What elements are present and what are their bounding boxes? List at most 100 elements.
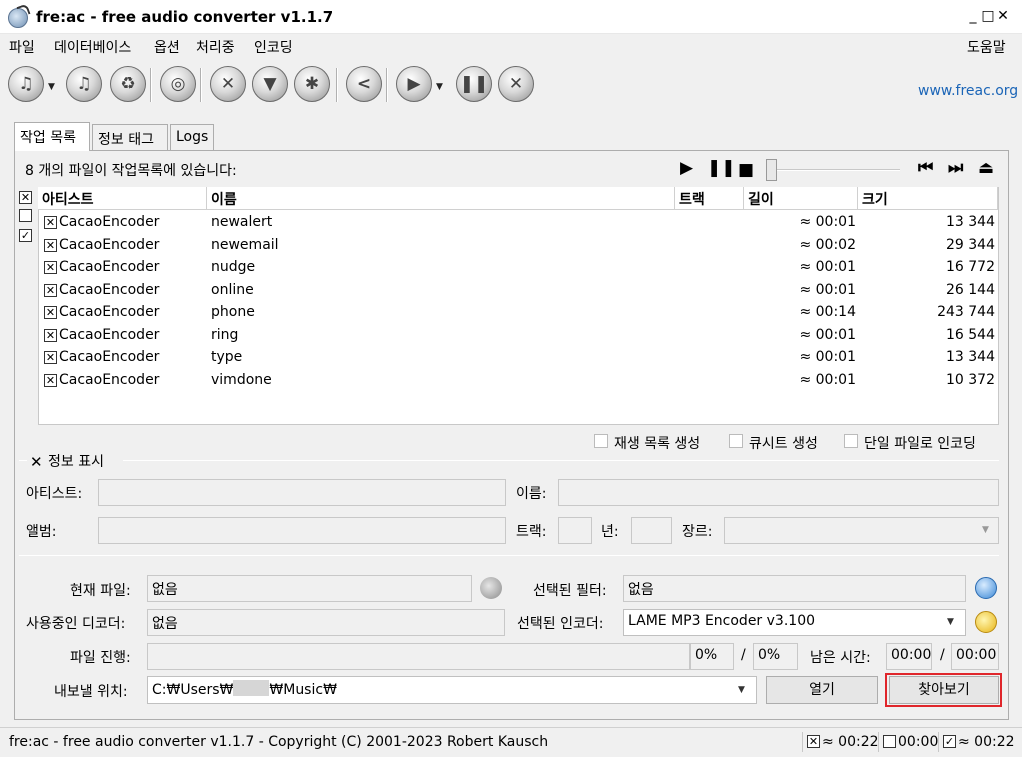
add-files-icon[interactable]: ♫ (8, 66, 44, 102)
column-artist[interactable]: 아티스트 (38, 187, 207, 210)
row-checkbox[interactable]: ✕ (44, 238, 57, 252)
close-button[interactable]: ✕ (996, 8, 1010, 24)
tab-logs[interactable]: Logs (170, 124, 214, 150)
minimize-button[interactable]: _ (966, 8, 980, 24)
row-artist: CacaoEncoder (59, 304, 160, 320)
chevron-down-icon: ▼ (947, 617, 954, 627)
encoder-settings-icon[interactable] (975, 611, 997, 633)
pause-icon[interactable]: ❚❚ (707, 158, 736, 178)
column-length[interactable]: 길이 (744, 187, 858, 210)
query-cddb-icon[interactable]: ◎ (160, 66, 196, 102)
row-size: 243 744 (937, 304, 995, 320)
window-title: fre:ac - free audio converter v1.1.7 (36, 8, 334, 26)
year-label: 년: (601, 524, 619, 540)
tab-info-tags[interactable]: 정보 태그 (92, 124, 168, 150)
row-checkbox[interactable]: ✕ (44, 283, 57, 297)
column-track[interactable]: 트랙 (675, 187, 744, 210)
row-title: vimdone (211, 371, 272, 388)
encoder-dropdown[interactable]: LAME MP3 Encoder v3.100 (623, 609, 966, 636)
row-title: newemail (211, 236, 279, 253)
menu-encoding[interactable]: 인코딩 (254, 37, 293, 57)
row-title: nudge (211, 259, 256, 275)
row-artist: CacaoEncoder (59, 281, 160, 298)
selected-checkbox-icon: ✕ (807, 735, 820, 748)
open-button[interactable]: 열기 (766, 676, 878, 704)
row-size: 16 772 (946, 259, 995, 275)
row-size: 13 344 (946, 214, 995, 230)
genre-dropdown[interactable] (724, 517, 999, 544)
stop-icon[interactable]: ✕ (498, 66, 534, 102)
row-size: 29 344 (946, 236, 995, 253)
menu-help[interactable]: 도움말 (967, 37, 1006, 57)
track-field[interactable] (558, 517, 592, 544)
row-checkbox[interactable]: ✕ (44, 306, 57, 319)
eject-icon[interactable]: ⏏ (978, 158, 994, 178)
time-left-label: 남은 시간: (810, 650, 871, 666)
row-length: ≈ 00:01 (799, 371, 856, 388)
artist-field[interactable] (98, 479, 506, 506)
menu-processing[interactable]: 처리중 (196, 37, 235, 57)
row-title: phone (211, 304, 255, 320)
maximize-button[interactable]: □ (981, 8, 995, 24)
play-icon[interactable]: ▶ (680, 158, 693, 178)
playlist-label: 재생 목록 생성 (614, 436, 701, 452)
refresh-icon[interactable] (480, 577, 502, 599)
output-path-dropdown[interactable]: C:₩Users₩ ₩Music₩ (147, 676, 757, 704)
add-cd-icon[interactable]: ♫ (66, 66, 102, 102)
website-link[interactable]: www.freac.org (918, 83, 1018, 99)
output-label: 내보낼 위치: (54, 684, 128, 700)
configure-icon[interactable]: ✕ (210, 66, 246, 102)
next-track-icon[interactable]: ⏭ (948, 158, 963, 178)
chevron-down-icon[interactable]: ▼ (436, 82, 443, 92)
previous-track-icon[interactable]: ⏮ (918, 158, 933, 178)
cuesheet-checkbox[interactable] (729, 434, 743, 448)
pause-icon[interactable]: ❚❚ (456, 66, 492, 102)
browse-button[interactable]: 찾아보기 (889, 676, 999, 704)
select-all-checkbox[interactable]: ✕ (19, 191, 32, 204)
seek-slider[interactable] (766, 159, 777, 181)
tab-joblist[interactable]: 작업 목록 (14, 122, 90, 151)
filter-icon[interactable]: ▼ (252, 66, 288, 102)
row-checkbox[interactable]: ✕ (44, 373, 57, 387)
share-icon[interactable]: < (346, 66, 382, 102)
menu-database[interactable]: 데이터베이스 (54, 37, 131, 57)
column-title[interactable]: 이름 (207, 187, 675, 210)
divider (938, 732, 939, 752)
row-checkbox[interactable]: ✕ (44, 351, 57, 364)
menu-options[interactable]: 옵션 (154, 37, 180, 57)
title-field[interactable] (558, 479, 999, 506)
row-length: ≈ 00:01 (799, 214, 856, 230)
row-checkbox[interactable]: ✕ (44, 328, 57, 342)
show-info-checkbox[interactable]: ✕ (30, 453, 43, 471)
filter-info-icon[interactable] (975, 577, 997, 599)
menu-file[interactable]: 파일 (9, 37, 35, 57)
start-encoding-icon[interactable]: ▶ (396, 66, 432, 102)
row-artist: CacaoEncoder (59, 326, 160, 343)
row-checkbox[interactable]: ✕ (44, 216, 57, 229)
single-file-checkbox[interactable] (844, 434, 858, 448)
row-title: type (211, 349, 243, 365)
select-none-checkbox[interactable] (19, 209, 32, 222)
settings-icon[interactable]: ✱ (294, 66, 330, 102)
album-field[interactable] (98, 517, 506, 544)
toggle-selection-checkbox[interactable]: ✓ (19, 229, 32, 242)
playlist-checkbox[interactable] (594, 434, 608, 448)
current-file-label: 현재 파일: (70, 583, 131, 599)
year-field[interactable] (631, 517, 672, 544)
row-size: 26 144 (946, 281, 995, 298)
chevron-down-icon[interactable]: ▼ (48, 82, 55, 92)
column-size[interactable]: 크기 (858, 187, 998, 210)
output-path-start: C:₩Users₩ (152, 682, 234, 698)
row-length: ≈ 00:14 (799, 304, 856, 320)
filter-field: 없음 (623, 575, 966, 602)
toolbar-separator (150, 68, 152, 102)
remove-icon[interactable]: ♻ (110, 66, 146, 102)
seek-track[interactable] (770, 169, 900, 171)
total-time-field: 00:00 (951, 643, 999, 670)
row-checkbox[interactable]: ✕ (44, 261, 57, 274)
joblist-status: 8 개의 파일이 작업목록에 있습니다: (25, 163, 237, 179)
divider (802, 732, 803, 752)
row-artist: CacaoEncoder (59, 349, 160, 365)
row-title: online (211, 281, 254, 298)
stop-icon[interactable]: ■ (738, 160, 754, 180)
